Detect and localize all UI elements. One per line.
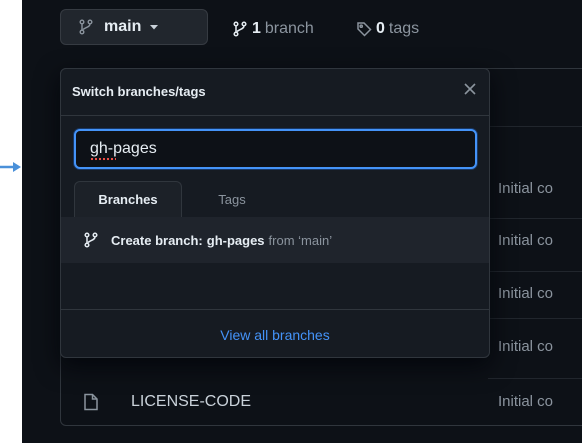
commit-message[interactable]: Initial co (498, 338, 553, 355)
tab-branches[interactable]: Branches (74, 181, 182, 217)
view-all-branches-link[interactable]: View all branches (220, 327, 329, 343)
commit-message[interactable]: Initial co (498, 180, 553, 197)
dropdown-header: Switch branches/tags (61, 69, 489, 116)
file-name[interactable]: LICENSE-CODE (131, 393, 251, 411)
row-divider (488, 271, 582, 272)
branches-link[interactable]: 1 branch (232, 20, 314, 38)
branch-search-input[interactable] (74, 129, 477, 169)
row-divider (488, 126, 582, 127)
git-branch-icon (78, 19, 94, 35)
row-divider (488, 318, 582, 319)
tag-count: 0 (376, 20, 385, 37)
tag-icon (356, 21, 372, 37)
row-divider (488, 218, 582, 219)
close-icon[interactable] (463, 82, 477, 96)
dropdown-footer: View all branches (61, 309, 489, 357)
git-branch-icon (232, 21, 248, 37)
create-branch-prefix: Create branch: (111, 232, 203, 248)
branch-count-label: branch (264, 20, 314, 37)
dropdown-title: Switch branches/tags (72, 84, 206, 99)
chevron-down-icon (149, 23, 159, 31)
spellcheck-underline (90, 158, 116, 161)
commit-message[interactable]: Initial co (498, 393, 553, 410)
create-branch-name: gh-pages (206, 232, 265, 248)
branch-select-button[interactable]: main (60, 9, 208, 45)
commit-message[interactable]: Initial co (498, 285, 553, 302)
git-branch-icon (83, 232, 99, 248)
branch-name: main (104, 18, 142, 35)
pointer-arrow-icon (0, 161, 22, 173)
create-branch-source: from ‘main’ (268, 232, 333, 248)
file-icon (83, 393, 99, 411)
branch-switcher-dropdown: Switch branches/tags Branches Tags (60, 68, 490, 358)
tags-link[interactable]: 0 tags (356, 20, 419, 38)
tab-tags[interactable]: Tags (201, 181, 263, 217)
tag-count-label: tags (388, 20, 420, 37)
dropdown-tabs: Branches Tags (61, 181, 489, 218)
branch-count: 1 (252, 20, 261, 37)
commit-message[interactable]: Initial co (498, 232, 553, 249)
create-branch-item[interactable]: Create branch: gh-pages from ‘main’ (61, 217, 489, 263)
screenshot-canvas: main 1 branch 0 tags Initial co Initial … (0, 0, 582, 443)
